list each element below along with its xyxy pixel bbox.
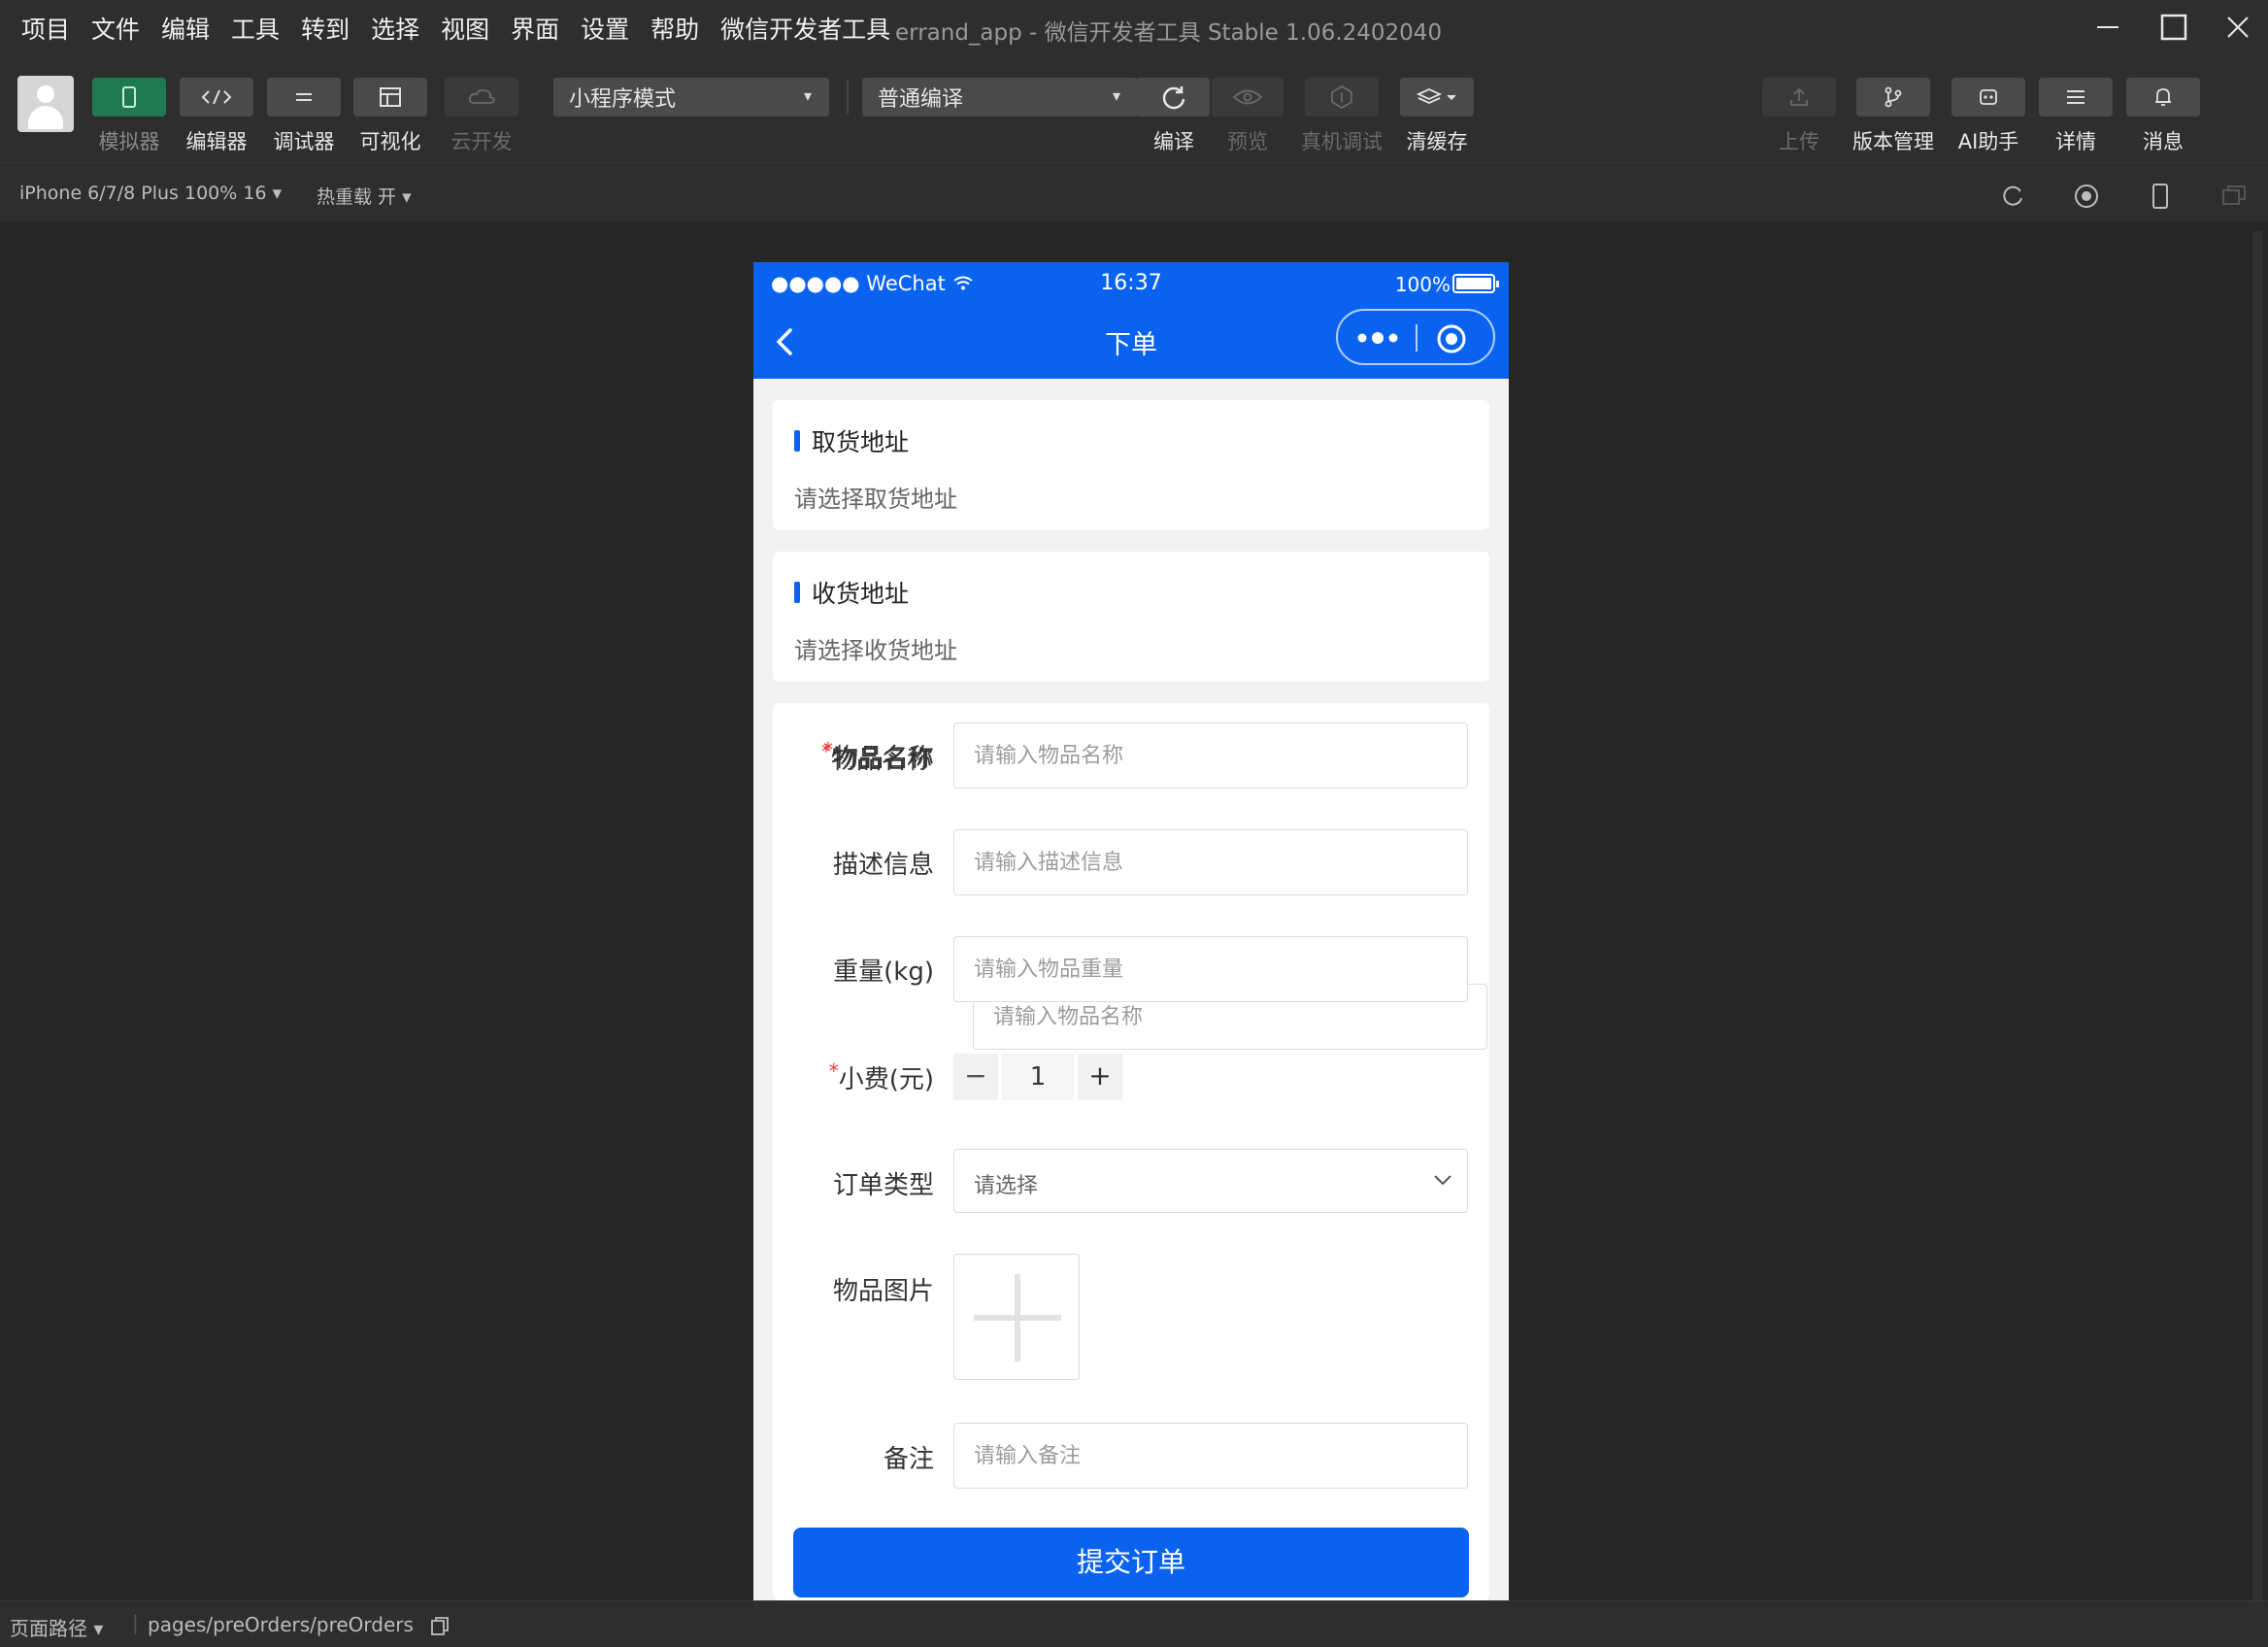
debugger-tool[interactable]: 调试器 — [267, 78, 341, 155]
status-divider: | — [132, 1611, 139, 1634]
ai-tool[interactable]: AI助手 — [1951, 78, 2025, 155]
chevron-down-icon: ▾ — [803, 86, 812, 105]
submit-order-button[interactable]: 提交订单 — [793, 1528, 1469, 1597]
menu-tools[interactable]: 工具 — [231, 11, 280, 46]
plus-icon — [974, 1274, 1061, 1361]
image-upload-button[interactable] — [953, 1254, 1080, 1380]
visual-tool[interactable]: 可视化 — [353, 78, 427, 155]
device-frame-icon[interactable] — [2146, 182, 2175, 211]
layout-icon[interactable] — [353, 78, 427, 117]
phone-icon[interactable] — [92, 78, 166, 117]
compile-mode-value: 普通编译 — [878, 87, 964, 112]
item-image-label: 物品图片 — [832, 1277, 934, 1306]
clear-cache-tool[interactable]: 清缓存 — [1400, 78, 1474, 155]
weight-label: 重量(kg) — [833, 958, 934, 987]
decrement-button[interactable]: − — [953, 1054, 998, 1100]
bug-icon[interactable] — [1305, 78, 1379, 117]
layers-icon[interactable] — [1400, 78, 1474, 117]
remark-label: 备注 — [883, 1445, 934, 1474]
messages-tool[interactable]: 消息 — [2126, 78, 2200, 155]
clear-cache-label: 清缓存 — [1406, 130, 1468, 153]
maximize-icon[interactable] — [2150, 8, 2198, 47]
order-type-value: 请选择 — [974, 1174, 1039, 1198]
menu-goto[interactable]: 转到 — [301, 11, 350, 46]
form-layout: *物品名称 描述信息 重量(kg) *小费(元) − 1 + 订单类型 请选择 … — [753, 262, 1509, 1600]
desc-input[interactable] — [953, 829, 1468, 895]
real-debug-tool[interactable]: 真机调试 — [1301, 78, 1383, 155]
increment-button[interactable]: + — [1078, 1054, 1122, 1100]
eye-icon[interactable] — [1212, 78, 1284, 117]
menu-project[interactable]: 项目 — [21, 11, 70, 46]
avatar[interactable] — [17, 76, 74, 132]
record-icon[interactable] — [2072, 182, 2101, 211]
menu-settings[interactable]: 设置 — [581, 11, 629, 46]
preview-tool[interactable]: 预览 — [1212, 78, 1284, 155]
menu-edit[interactable]: 编辑 — [161, 11, 210, 46]
toolbar-divider — [847, 80, 849, 115]
vertical-scrollbar[interactable] — [2252, 231, 2262, 1600]
tip-value[interactable]: 1 — [1002, 1054, 1074, 1100]
version-tool[interactable]: 版本管理 — [1852, 78, 1934, 155]
cloud-label: 云开发 — [450, 130, 513, 153]
order-type-select[interactable]: 请选择 — [953, 1149, 1468, 1213]
window-detach-icon[interactable] — [2219, 182, 2249, 211]
minimize-icon[interactable] — [2084, 8, 2132, 47]
tip-label: *小费(元) — [828, 1059, 934, 1094]
menu-view[interactable]: 视图 — [441, 11, 489, 46]
page-path: pages/preOrders/preOrders — [148, 1613, 414, 1636]
details-tool[interactable]: 详情 — [2039, 78, 2113, 155]
weight-input[interactable] — [953, 936, 1468, 1002]
simulator-tool[interactable]: 模拟器 — [92, 78, 166, 155]
debug-icon[interactable] — [267, 78, 341, 117]
menu-interface[interactable]: 界面 — [511, 11, 559, 46]
refresh-icon[interactable] — [1138, 78, 1210, 117]
branch-icon[interactable] — [1856, 78, 1930, 117]
menu-wechat-devtools[interactable]: 微信开发者工具 — [720, 11, 890, 46]
menu-file[interactable]: 文件 — [91, 11, 140, 46]
hot-reload-select[interactable]: 热重载 开 ▾ — [317, 183, 412, 209]
menu-select[interactable]: 选择 — [371, 11, 419, 46]
tip-stepper: − 1 + — [953, 1054, 1138, 1100]
close-icon[interactable] — [2214, 8, 2262, 47]
desc-label: 描述信息 — [832, 851, 934, 880]
page-path-label[interactable]: 页面路径 ▾ — [10, 1613, 103, 1641]
menu-lines-icon[interactable] — [2039, 78, 2113, 117]
rotate-icon[interactable] — [1998, 182, 2027, 211]
upload-icon[interactable] — [1762, 78, 1836, 117]
remark-input[interactable] — [953, 1423, 1468, 1489]
item-name-label: *物品名称 — [822, 738, 934, 773]
device-select[interactable]: iPhone 6/7/8 Plus 100% 16 ▾ — [19, 183, 282, 204]
code-icon[interactable] — [180, 78, 253, 117]
menu-help[interactable]: 帮助 — [650, 11, 699, 46]
window-title: errand_app - 微信开发者工具 Stable 1.06.2402040 — [895, 20, 1443, 46]
upload-tool[interactable]: 上传 — [1762, 78, 1836, 155]
cloud-icon[interactable] — [445, 78, 518, 117]
mode-select[interactable]: 小程序模式 ▾ — [553, 78, 829, 117]
messages-label: 消息 — [2143, 130, 2184, 153]
order-type-label: 订单类型 — [832, 1171, 934, 1200]
bell-icon[interactable] — [2126, 78, 2200, 117]
chevron-down-icon: ▾ — [1112, 86, 1120, 105]
robot-icon[interactable] — [1951, 78, 2025, 117]
mode-select-value: 小程序模式 — [569, 87, 677, 112]
copy-icon[interactable] — [429, 1616, 450, 1641]
cloud-tool[interactable]: 云开发 — [445, 78, 518, 155]
compile-mode-select[interactable]: 普通编译 ▾ — [862, 78, 1138, 117]
editor-tool[interactable]: 编辑器 — [180, 78, 253, 155]
chevron-down-icon — [1434, 1175, 1451, 1186]
